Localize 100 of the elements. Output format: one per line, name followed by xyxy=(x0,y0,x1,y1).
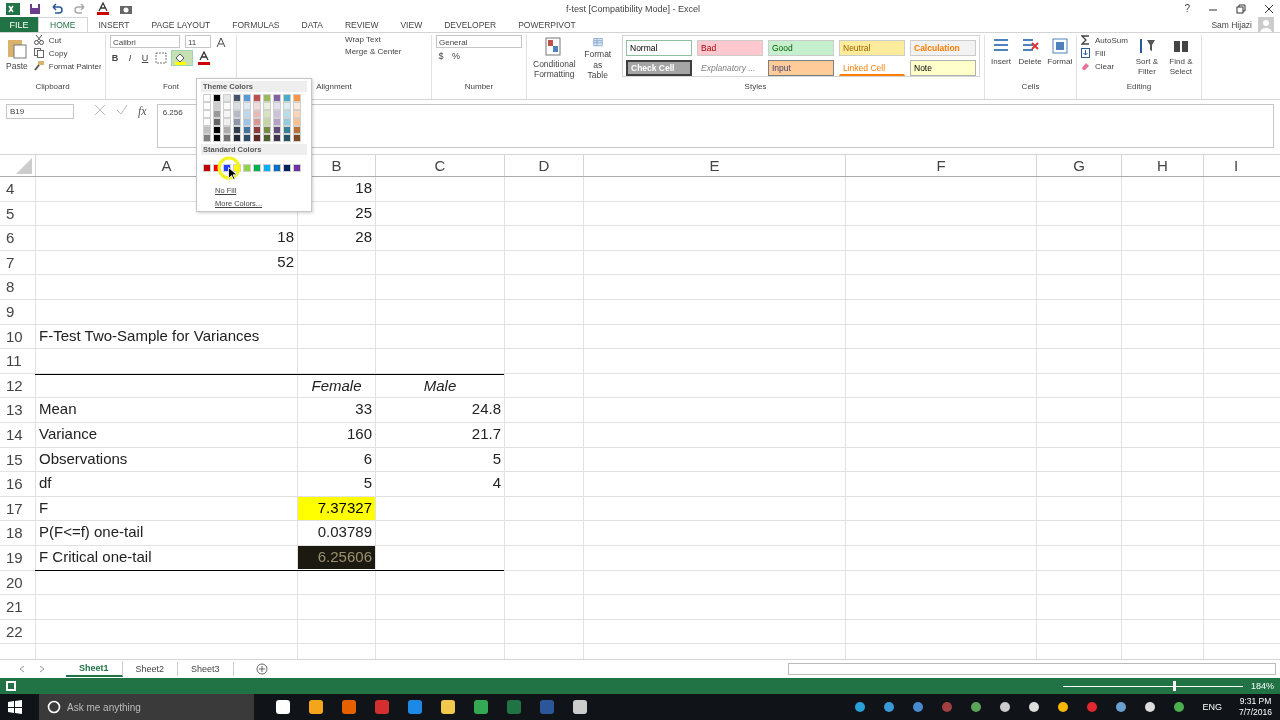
color-swatch[interactable] xyxy=(203,110,211,118)
row-header[interactable]: 10 xyxy=(0,324,35,350)
row-header[interactable]: 4 xyxy=(0,177,35,202)
color-swatch[interactable] xyxy=(213,110,221,118)
color-swatch[interactable] xyxy=(223,102,231,110)
row-header[interactable]: 9 xyxy=(0,299,35,325)
row-header[interactable]: 8 xyxy=(0,275,35,300)
row-header[interactable]: 11 xyxy=(0,349,35,374)
color-swatch[interactable] xyxy=(203,118,211,126)
color-swatch[interactable] xyxy=(263,118,271,126)
ribbon-tab[interactable]: INSERT xyxy=(87,17,141,32)
autosum-button[interactable]: AutoSum xyxy=(1095,35,1128,45)
taskbar-app-icon[interactable] xyxy=(440,699,456,715)
row-header[interactable]: 22 xyxy=(0,619,35,645)
color-swatch[interactable] xyxy=(213,134,221,142)
find-select-button[interactable]: Find & Select xyxy=(1165,35,1196,82)
cell-style-button[interactable]: Bad xyxy=(697,40,763,56)
tray-icon[interactable] xyxy=(1057,701,1070,713)
color-swatch[interactable] xyxy=(283,118,291,126)
color-swatch[interactable] xyxy=(263,134,271,142)
delete-button[interactable]: Delete xyxy=(1017,35,1043,82)
redo-icon[interactable] xyxy=(73,2,87,15)
color-swatch[interactable] xyxy=(253,126,261,134)
undo-icon[interactable] xyxy=(50,2,64,15)
sort-filter-button[interactable]: Sort & Filter xyxy=(1131,35,1162,82)
tray-icon[interactable] xyxy=(970,701,983,713)
tray-icon[interactable] xyxy=(1028,701,1041,713)
color-swatch[interactable] xyxy=(263,126,271,134)
grow-font-icon[interactable] xyxy=(216,35,228,48)
color-swatch[interactable] xyxy=(273,94,281,102)
name-box[interactable]: B19 xyxy=(6,104,74,119)
column-header[interactable]: F xyxy=(845,155,1036,176)
color-swatch[interactable] xyxy=(293,102,301,110)
format-painter-button[interactable]: Format Painter xyxy=(48,61,101,71)
font-color-icon[interactable] xyxy=(96,2,110,15)
color-swatch[interactable] xyxy=(283,102,291,110)
macro-record-icon[interactable] xyxy=(6,681,16,691)
restore-icon[interactable] xyxy=(1236,3,1246,14)
paintbrush-icon[interactable] xyxy=(33,61,44,71)
color-swatch[interactable] xyxy=(263,164,271,172)
row-header[interactable]: 19 xyxy=(0,545,35,571)
merge-center-button[interactable]: Merge & Center xyxy=(345,47,402,56)
row-header[interactable]: 14 xyxy=(0,422,35,448)
zoom-level[interactable]: 184% xyxy=(1250,681,1274,691)
enter-icon[interactable] xyxy=(116,104,128,116)
color-swatch[interactable] xyxy=(283,110,291,118)
color-swatch[interactable] xyxy=(213,126,221,134)
color-swatch[interactable] xyxy=(203,126,211,134)
row-header[interactable]: 20 xyxy=(0,570,35,596)
insert-button[interactable]: Insert xyxy=(989,35,1013,82)
color-swatch[interactable] xyxy=(223,118,231,126)
ribbon-tab[interactable]: REVIEW xyxy=(333,17,390,32)
color-swatch[interactable] xyxy=(263,102,271,110)
color-swatch[interactable] xyxy=(253,118,261,126)
row-header[interactable]: 12 xyxy=(0,373,35,399)
color-swatch[interactable] xyxy=(243,118,251,126)
paste-button[interactable]: Paste xyxy=(4,35,30,82)
clear-button[interactable]: Clear xyxy=(1095,61,1115,71)
percent-button[interactable]: % xyxy=(451,51,461,61)
conditional-formatting-button[interactable]: Conditional Formatting xyxy=(531,35,578,82)
color-swatch[interactable] xyxy=(203,134,211,142)
cell-style-button[interactable]: Normal xyxy=(626,40,692,56)
row-header[interactable]: 21 xyxy=(0,595,35,620)
color-swatch[interactable] xyxy=(263,110,271,118)
tray-icon[interactable] xyxy=(854,701,867,713)
color-swatch[interactable] xyxy=(253,164,261,172)
row-header[interactable]: 18 xyxy=(0,521,35,546)
format-button[interactable]: Format xyxy=(1047,35,1072,82)
next-sheet-icon[interactable] xyxy=(38,665,46,673)
italic-button[interactable]: I xyxy=(125,53,135,63)
color-swatch[interactable] xyxy=(253,94,261,102)
column-header[interactable]: E xyxy=(583,155,845,176)
zoom-slider[interactable] xyxy=(1062,681,1243,691)
color-swatch[interactable] xyxy=(273,102,281,110)
cancel-icon[interactable] xyxy=(94,104,106,116)
ribbon-tab[interactable]: POWERPIVOT xyxy=(507,17,587,32)
color-swatch[interactable] xyxy=(243,164,251,172)
language-indicator[interactable]: ENG xyxy=(1202,702,1222,712)
row-header[interactable]: 5 xyxy=(0,201,35,227)
taskbar-app-icon[interactable] xyxy=(308,699,324,715)
color-swatch[interactable] xyxy=(203,164,211,172)
cell-style-button[interactable]: Good xyxy=(768,40,834,56)
row-header[interactable]: 7 xyxy=(0,250,35,276)
user-name[interactable]: Sam Hijazi xyxy=(1211,19,1252,30)
search-field[interactable]: Ask me anything xyxy=(39,694,254,720)
formula-field[interactable]: 6.256 xyxy=(156,104,1274,148)
taskbar-app-icon[interactable] xyxy=(572,699,588,715)
ribbon-tab[interactable]: DATA xyxy=(290,17,334,32)
font-size-field[interactable]: 11 xyxy=(185,35,211,48)
color-swatch[interactable] xyxy=(293,118,301,126)
color-swatch[interactable] xyxy=(273,134,281,142)
borders-icon[interactable] xyxy=(155,52,167,64)
color-swatch[interactable] xyxy=(203,102,211,110)
insert-function-button[interactable]: fx xyxy=(138,104,147,119)
row-header[interactable]: 16 xyxy=(0,472,35,497)
ribbon-tab[interactable]: FORMULAS xyxy=(221,17,291,32)
wrap-text-button[interactable]: Wrap Text xyxy=(345,35,402,44)
copy-button[interactable]: Copy xyxy=(48,48,68,58)
column-header[interactable]: H xyxy=(1121,155,1203,176)
sheet-tab[interactable]: Sheet2 xyxy=(122,662,179,676)
